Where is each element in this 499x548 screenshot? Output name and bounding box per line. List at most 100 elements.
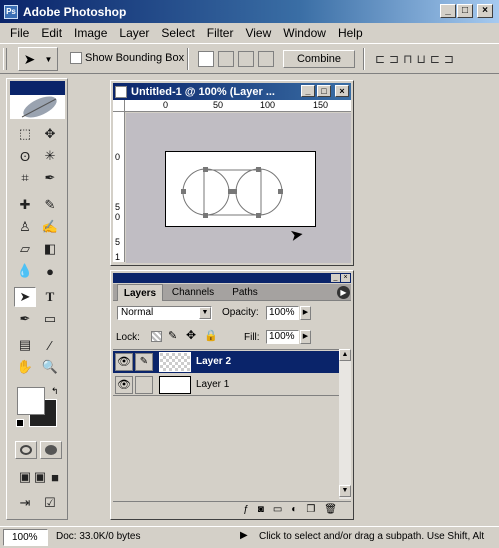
menu-image[interactable]: Image	[68, 26, 113, 40]
shape-add-icon[interactable]	[198, 51, 214, 67]
ruler-origin[interactable]	[113, 100, 125, 112]
tab-layers[interactable]: Layers	[117, 284, 163, 301]
panel-tab-bar: Layers Channels Paths ▶	[113, 284, 351, 301]
shape-icon[interactable]: ▭	[39, 309, 61, 329]
eyedropper-icon[interactable]: ⁄	[39, 335, 61, 355]
tab-channels[interactable]: Channels	[165, 284, 221, 301]
fill-slider-arrow-icon[interactable]: ▶	[300, 330, 311, 344]
panel-minimize-button[interactable]: _	[331, 274, 340, 282]
lock-all-icon[interactable]: 🔒	[204, 329, 218, 342]
menu-help[interactable]: Help	[332, 26, 369, 40]
doc-close-button[interactable]: ×	[335, 85, 349, 97]
magic-wand-icon[interactable]: ✳	[39, 146, 61, 166]
opacity-slider-arrow-icon[interactable]: ▶	[300, 306, 311, 320]
scroll-up-icon[interactable]: ▲	[339, 349, 351, 361]
minimize-button[interactable]: _	[440, 4, 456, 18]
brush-link-icon[interactable]: ✎	[135, 353, 153, 371]
close-button[interactable]: ×	[477, 4, 493, 18]
doc-minimize-button[interactable]: _	[301, 85, 315, 97]
brush-icon[interactable]: ✎	[39, 195, 61, 215]
tab-paths[interactable]: Paths	[225, 284, 265, 301]
healing-brush-icon[interactable]: ✚	[14, 195, 36, 215]
jump-to-imageready-icon[interactable]: ⇥	[14, 493, 36, 513]
new-layer-icon[interactable]: ❐	[306, 504, 315, 515]
panel-close-button[interactable]: ×	[341, 274, 350, 282]
shape-exclude-icon[interactable]	[258, 51, 274, 67]
pen-icon[interactable]: ✒	[14, 309, 36, 329]
delete-layer-icon[interactable]: 🗑	[324, 504, 337, 515]
notes-icon[interactable]: ▤	[14, 335, 36, 355]
layer-name[interactable]: Layer 2	[196, 356, 231, 367]
menu-edit[interactable]: Edit	[35, 26, 68, 40]
slice-icon[interactable]: ✒	[39, 168, 61, 188]
visibility-eye-icon[interactable]: 👁	[115, 353, 133, 371]
opacity-input[interactable]: 100%	[266, 306, 299, 320]
canvas-area[interactable]: ➤	[126, 113, 351, 263]
menu-file[interactable]: File	[4, 26, 35, 40]
history-brush-icon[interactable]: ✍	[39, 217, 61, 237]
lock-position-icon[interactable]: ✥	[186, 328, 196, 342]
menu-window[interactable]: Window	[277, 26, 332, 40]
hand-icon[interactable]: ✋	[14, 357, 36, 377]
canvas[interactable]	[165, 151, 316, 227]
align-icons[interactable]: ⊏⊐⊓⊔⊏⊐	[375, 52, 458, 66]
blur-icon[interactable]: 💧	[14, 261, 36, 281]
quick-mask-icon[interactable]	[40, 441, 62, 459]
lock-paint-icon[interactable]: ✎	[168, 329, 177, 342]
lasso-icon[interactable]: ʘ	[14, 146, 36, 166]
clone-stamp-icon[interactable]: ♙	[14, 217, 36, 237]
shape-intersect-icon[interactable]	[238, 51, 254, 67]
scroll-down-icon[interactable]: ▼	[339, 485, 351, 497]
tool-preset-picker[interactable]: ➤ ▼	[18, 47, 58, 71]
crop-icon[interactable]: ⌗	[14, 168, 36, 188]
gradient-icon[interactable]: ◧	[39, 239, 61, 259]
jump-to-imageready-check-icon[interactable]: ☑	[39, 493, 61, 513]
layer-name[interactable]: Layer 1	[196, 379, 229, 390]
layers-panel: _ × Layers Channels Paths ▶ Normal ▼ Opa…	[110, 270, 354, 520]
feather-icon[interactable]	[10, 95, 65, 119]
zoom-field[interactable]: 100%	[3, 529, 48, 546]
screen-mode-full-icon[interactable]: ■	[44, 467, 66, 487]
layer-list-scrollbar[interactable]: ▲ ▼	[339, 349, 351, 499]
menu-layer[interactable]: Layer	[113, 26, 155, 40]
type-icon[interactable]: T	[39, 287, 61, 307]
horizontal-ruler[interactable]: 0 50 100 150	[125, 100, 351, 112]
ruler-tick-label: 100	[260, 100, 276, 110]
eraser-icon[interactable]: ▱	[14, 239, 36, 259]
default-colors-icon[interactable]	[16, 419, 24, 427]
add-mask-icon[interactable]: ◙	[258, 504, 264, 515]
layer-thumbnail[interactable]	[159, 376, 191, 394]
zoom-icon[interactable]: 🔍	[39, 357, 61, 377]
show-bounding-box-checkbox[interactable]	[70, 52, 82, 64]
panel-menu-arrow-icon[interactable]: ▶	[337, 286, 350, 299]
menu-filter[interactable]: Filter	[201, 26, 240, 40]
layer-row-layer-2[interactable]: 👁 ✎ Layer 2	[113, 351, 339, 373]
visibility-eye-icon[interactable]: 👁	[115, 376, 133, 394]
combine-button[interactable]: Combine	[283, 50, 355, 68]
link-slot[interactable]	[135, 376, 153, 394]
vertical-ruler[interactable]: 0 5 0 5 1	[113, 112, 125, 262]
menu-view[interactable]: View	[239, 26, 277, 40]
layer-thumbnail[interactable]	[159, 352, 191, 372]
layer-row-layer-1[interactable]: 👁 Layer 1	[113, 374, 339, 396]
status-menu-arrow-icon[interactable]: ▶	[240, 530, 248, 541]
path-selection-tool-icon[interactable]: ➤	[14, 287, 36, 307]
new-adjustment-icon[interactable]: ◐	[291, 504, 297, 515]
marquee-icon[interactable]: ⬚	[14, 124, 36, 144]
lock-transparency-icon[interactable]	[151, 331, 162, 342]
swap-colors-icon[interactable]: ↰	[51, 386, 59, 397]
new-group-icon[interactable]: ▭	[273, 504, 282, 515]
panel-title-bar: _ ×	[113, 273, 351, 283]
maximize-button[interactable]: □	[457, 4, 473, 18]
shape-subtract-icon[interactable]	[218, 51, 234, 67]
move-icon[interactable]: ✥	[39, 124, 61, 144]
dodge-icon[interactable]: ●	[39, 261, 61, 281]
foreground-color-swatch[interactable]	[17, 387, 45, 415]
standard-mode-icon[interactable]	[15, 441, 37, 459]
menu-select[interactable]: Select	[155, 26, 200, 40]
blend-mode-select[interactable]: Normal ▼	[117, 306, 212, 320]
fill-input[interactable]: 100%	[266, 330, 299, 344]
path-shapes[interactable]	[166, 152, 317, 228]
doc-maximize-button[interactable]: □	[317, 85, 331, 97]
layer-style-icon[interactable]: ƒ	[243, 504, 249, 515]
